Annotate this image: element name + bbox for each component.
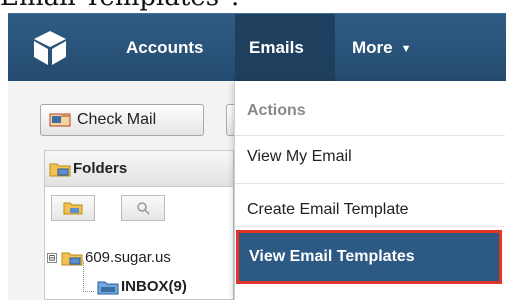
toolbar-button-partial[interactable] — [226, 104, 234, 136]
menu-item-view-email-templates-label: View Email Templates — [249, 248, 415, 265]
nav-emails[interactable]: Emails — [235, 14, 335, 82]
mail-icon — [49, 112, 71, 128]
menu-item-view-email-templates[interactable]: View Email Templates — [236, 230, 502, 284]
tree-node-account[interactable]: ⊟ 609.sugar.us — [47, 249, 171, 266]
tree-node-account-label: 609.sugar.us — [85, 249, 171, 266]
nav-more-label: More — [352, 38, 393, 57]
nav-accounts[interactable]: Accounts — [112, 14, 217, 82]
document-heading: Email Templates". — [0, 0, 239, 14]
menu-item-view-my-email[interactable]: View My Email — [247, 148, 352, 166]
collapse-toggle-icon[interactable]: ⊟ — [47, 252, 57, 263]
tree-node-inbox-label: INBOX(9) — [121, 278, 187, 295]
cube-logo-icon[interactable] — [30, 28, 70, 68]
folder-mail-icon — [49, 161, 71, 177]
folders-title: Folders — [73, 160, 128, 177]
dropdown-divider — [235, 183, 505, 184]
menu-item-create-email-template[interactable]: Create Email Template — [247, 201, 409, 219]
folders-panel: Folders ⊟ 609.sugar.us INBOX(9) — [44, 150, 234, 300]
folder-tab-icon[interactable] — [51, 195, 95, 221]
folders-header: Folders — [45, 151, 233, 187]
chevron-down-icon: ▼ — [400, 42, 412, 55]
check-mail-button[interactable]: Check Mail — [40, 104, 204, 136]
top-navbar: Accounts Emails More ▼ — [8, 13, 506, 82]
inbox-folder-icon — [97, 279, 119, 295]
check-mail-label: Check Mail — [77, 111, 157, 128]
tree-node-inbox[interactable]: INBOX(9) — [97, 278, 187, 295]
search-tab-icon[interactable] — [121, 195, 165, 221]
dropdown-divider — [235, 135, 505, 136]
dropdown-divider — [235, 226, 505, 227]
nav-more[interactable]: More ▼ — [338, 14, 426, 82]
folder-mail-icon — [61, 250, 83, 266]
dropdown-section-header: Actions — [247, 102, 306, 119]
